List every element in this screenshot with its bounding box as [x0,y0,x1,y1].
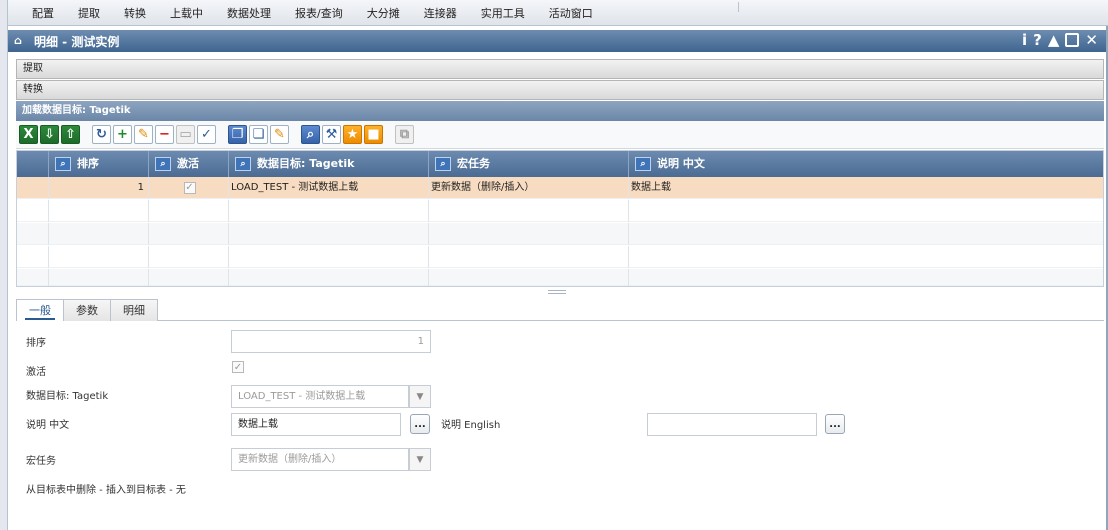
menu-extract[interactable]: 提取 [78,5,100,21]
table-row-empty [17,269,1103,286]
cell-active: ✓ [149,177,229,199]
desc-cn-input[interactable]: 数据上载 [231,413,401,436]
menu-connectors[interactable]: 连接器 [424,5,457,21]
upload-icon[interactable]: ⇧ [61,125,80,144]
menubar-divider [738,2,739,12]
macro-select[interactable]: 更新数据（删除/插入） [231,448,409,471]
footer-info-text: 从目标表中删除 - 插入到目标表 - 无 [26,485,186,496]
confirm-check-icon[interactable]: ✓ [197,125,216,144]
menu-transform[interactable]: 转换 [124,5,146,21]
delete-icon[interactable]: − [155,125,174,144]
column-filter-icon[interactable]: ⌕ [435,157,451,171]
menu-data-processing[interactable]: 数据处理 [227,5,271,21]
close-icon[interactable]: ✕ [1085,31,1098,49]
row-selector[interactable] [17,177,49,199]
chevron-down-icon[interactable]: ▼ [409,385,431,408]
search-icon[interactable]: ⌕ [301,125,320,144]
grid-header-selector [17,151,49,177]
cell-target: LOAD_TEST - 测试数据上载 [229,177,429,199]
save-icon[interactable]: ▭ [176,125,195,144]
desc-en-input[interactable] [647,413,817,436]
menu-loading[interactable]: 上载中 [170,5,203,21]
grid-header: ⌕ 排序 ⌕ 激活 ⌕ 数据目标: Tagetik ⌕ 宏任务 ⌕ 说明 中文 [17,151,1103,177]
window-title: 明细 - 测试实例 [34,34,120,49]
column-filter-icon[interactable]: ⌕ [55,157,71,171]
grid-header-macro[interactable]: ⌕ 宏任务 [429,151,629,177]
collapse-icon[interactable]: ▲ [1048,31,1060,49]
window-titlebar: ⌂ 明细 - 测试实例 i ? ▲ ✕ [8,30,1106,52]
panel-splitter[interactable] [548,290,566,294]
refresh-icon[interactable]: ↻ [92,125,111,144]
info-icon[interactable]: i [1022,31,1027,49]
grid-header-active[interactable]: ⌕ 激活 [149,151,229,177]
table-row-empty [17,223,1103,245]
table-row-empty [17,246,1103,268]
detail-tabs: 一般 参数 明细 [16,299,1104,321]
detail-icon[interactable]: ⧉ [395,125,414,144]
cell-desc: 数据上载 [631,182,671,193]
desc-cn-more-button[interactable]: ... [410,414,430,434]
column-filter-icon[interactable]: ⌕ [635,157,651,171]
edit-document-icon[interactable]: ✎ [270,125,289,144]
menu-reports[interactable]: 报表/查询 [295,5,343,21]
target-label: 数据目标: Tagetik [26,391,109,402]
menu-config[interactable]: 配置 [32,5,54,21]
detail-grid: ⌕ 排序 ⌕ 激活 ⌕ 数据目标: Tagetik ⌕ 宏任务 ⌕ 说明 中文 … [16,150,1104,287]
wrench-icon[interactable]: ⚒ [322,125,341,144]
menu-allocation[interactable]: 大分摊 [367,5,400,21]
maximize-icon[interactable] [1065,33,1080,47]
column-filter-icon[interactable]: ⌕ [155,157,171,171]
download-icon[interactable]: ⇩ [40,125,59,144]
chevron-down-icon[interactable]: ▼ [409,448,431,471]
menu-active-windows[interactable]: 活动窗口 [549,5,593,21]
active-checkbox[interactable]: ✓ [232,361,244,373]
window-logo-icon: ⌂ [14,34,22,47]
order-label: 排序 [26,338,46,349]
cell-macro: 更新数据（删除/插入） [429,177,629,199]
section-header-load-target: 加载数据目标: Tagetik [16,101,1104,121]
excel-export-icon[interactable]: X [19,125,38,144]
grid-header-target[interactable]: ⌕ 数据目标: Tagetik [229,151,429,177]
macro-label: 宏任务 [26,456,56,467]
desc-cn-label: 说明 中文 [26,420,70,431]
order-field[interactable]: 1 [231,330,431,353]
table-row-empty [17,200,1103,222]
panel-transform[interactable]: 转换 [16,80,1104,100]
star-icon[interactable]: ★ [343,125,362,144]
desc-en-label: 说明 English [441,420,501,431]
help-icon[interactable]: ? [1033,31,1042,49]
general-form: 排序 1 激活 ✓ 数据目标: Tagetik LOAD_TEST - 测试数据… [16,322,1104,530]
active-checkbox[interactable]: ✓ [183,182,196,194]
active-label: 激活 [26,367,46,378]
copy-icon[interactable]: ❐ [228,125,247,144]
tab-parameters[interactable]: 参数 [63,299,111,321]
tab-general[interactable]: 一般 [16,299,64,321]
edit-pencil-icon[interactable]: ✎ [134,125,153,144]
panel-extract[interactable]: 提取 [16,59,1104,79]
menu-utilities[interactable]: 实用工具 [481,5,525,21]
table-row[interactable]: 1 ✓ LOAD_TEST - 测试数据上载 更新数据（删除/插入） 数据上载 [17,177,1103,199]
orange-square-icon[interactable]: ■ [364,125,383,144]
add-icon[interactable]: + [113,125,132,144]
target-select[interactable]: LOAD_TEST - 测试数据上载 [231,385,409,408]
left-edge-strip [0,0,8,530]
main-menubar: 配置 提取 转换 上载中 数据处理 报表/查询 大分摊 连接器 实用工具 活动窗… [8,0,1108,26]
tab-details[interactable]: 明细 [110,299,158,321]
grid-header-order[interactable]: ⌕ 排序 [49,151,149,177]
paste-icon[interactable]: ❏ [249,125,268,144]
column-filter-icon[interactable]: ⌕ [235,157,251,171]
cell-order: 1 [49,177,149,199]
window-tools: i ? ▲ ✕ [1022,31,1098,49]
desc-en-more-button[interactable]: ... [825,414,845,434]
grid-header-desc[interactable]: ⌕ 说明 中文 [629,151,1103,177]
grid-toolbar: X ⇩ ⇧ ↻ + ✎ − ▭ ✓ ❐ ❏ ✎ ⌕ ⚒ ★ ■ ⧉ [16,121,1104,149]
